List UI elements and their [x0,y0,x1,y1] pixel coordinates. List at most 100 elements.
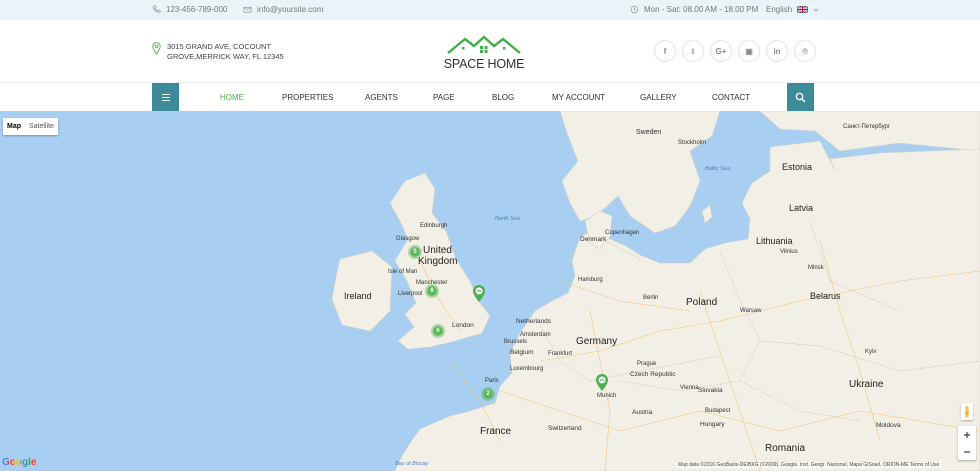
nav-agents[interactable]: AGENTS [365,93,398,102]
nav-home[interactable]: HOME [220,93,244,102]
map-type-map-button[interactable]: Map [3,118,25,135]
phone-number: 123-456-789-000 [166,5,228,14]
pegman-icon [965,405,969,417]
nav-contact[interactable]: CONTACT [712,93,750,102]
map-label: London [452,322,474,329]
property-cluster-marker[interactable]: 6 [425,284,439,298]
nav-blog[interactable]: BLOG [492,93,514,102]
main-nav: HOME PROPERTIES AGENTS PAGE BLOG MY ACCO… [0,82,980,112]
map-label: Warsaw [740,308,762,314]
site-logo[interactable]: SPACE HOME [443,34,525,71]
map-label: Stockholm [678,140,707,146]
map-pin-icon [152,42,161,55]
map-label: Liverpool [398,291,423,297]
map-label: Amsterdam [520,332,551,338]
map-label: Glasgow [396,236,420,242]
map-label: Copenhagen [605,230,640,236]
plus-icon [964,431,970,438]
map-label: Kingdom [418,256,458,267]
minus-icon [964,450,970,453]
opening-hours: Mon - Sat: 08.00 AM - 18.00 PM [630,5,758,14]
map-label: France [480,426,512,437]
map-label: Budapest [705,408,731,414]
map-label: Czech Republic [630,371,676,378]
map-label: Latvia [789,203,814,213]
phone-icon [152,5,161,13]
nav-gallery[interactable]: GALLERY [640,93,677,102]
map-label: Ireland [344,291,372,301]
map-label: North Sea [495,216,520,222]
hamburger-line [161,94,170,95]
top-bar: 123-456-789-000 info@yoursite.com Mon - … [0,0,980,20]
map-label: Bay of Biscay [395,461,429,467]
houses-logo-icon [447,35,521,54]
map-label: Slovakia [698,387,723,394]
hamburger-line [161,100,170,101]
clock-icon [630,5,639,14]
uk-flag-icon [797,6,809,13]
map-label: Minsk [808,265,824,271]
zoom-control [958,426,976,460]
map-label: Estonia [782,162,813,172]
map-label: Hungary [700,421,725,428]
property-map[interactable]: Map Satellite Sweden Stockholm Санкт-Пет… [0,111,980,471]
twitter-icon[interactable]: t [682,40,704,62]
email-address: info@yoursite.com [257,5,324,14]
property-cluster-marker[interactable]: 6 [431,324,445,338]
hamburger-menu-button[interactable] [152,83,179,112]
search-button[interactable] [787,83,814,112]
map-attribution[interactable]: Map data ©2016 GeoBasis-DE/BKG (©2009), … [676,462,942,468]
linkedin-icon[interactable]: in [766,40,788,62]
map-label: Switzerland [548,425,582,432]
site-header: 3015 GRAND AVE, COCOUNT GROVE,MERRICK WA… [0,20,980,82]
map-label: Munich [597,393,617,399]
map-label: Luxembourg [510,366,544,372]
nav-page[interactable]: PAGE [433,93,455,102]
address-line-2: GROVE,MERRICK WAY, FL 12345 [167,52,284,61]
map-label: Romania [765,443,806,454]
hours-text: Mon - Sat: 08.00 AM - 18.00 PM [644,5,759,14]
address-block: 3015 GRAND AVE, COCOUNT GROVE,MERRICK WA… [152,42,284,62]
phone-contact[interactable]: 123-456-789-000 [152,5,227,14]
map-label: Ukraine [849,379,884,390]
map-label: Belarus [810,291,841,301]
property-pin-icon[interactable] [472,284,486,303]
google-logo-text: Google [2,457,37,468]
zoom-out-button[interactable] [958,443,976,460]
google-plus-icon[interactable]: G+ [710,40,732,62]
map-label: Moldova [876,422,901,429]
map-label: Austria [632,409,653,416]
map-label: Poland [686,297,718,308]
map-label: Netherlands [516,318,552,325]
map-type-satellite-button[interactable]: Satellite [25,118,58,135]
pinterest-icon[interactable]: ℗ [794,40,816,62]
map-label: Vilnius [780,249,798,255]
map-label: Paris [485,378,499,384]
email-contact[interactable]: info@yoursite.com [243,5,323,14]
hamburger-line [161,97,170,98]
map-type-control: Map Satellite [3,118,58,135]
map-label: Germany [576,336,618,347]
envelope-icon [243,6,252,13]
search-icon [795,92,806,103]
map-label: United [423,245,452,256]
map-label: Lithuania [756,236,793,246]
map-label: Berlin [643,295,659,301]
facebook-icon[interactable]: f [654,40,676,62]
map-label: Sweden [636,129,662,136]
address-line-1: 3015 GRAND AVE, COCOUNT [167,42,272,51]
map-label: Frankfurt [548,351,573,357]
property-pin-icon[interactable] [595,373,609,392]
map-label: Vienna [680,385,699,391]
google-logo[interactable]: Google [2,457,36,468]
map-label: Hamburg [578,277,603,283]
flickr-icon[interactable]: ▣ [738,40,760,62]
map-label: Санкт-Петербург [843,124,891,130]
zoom-in-button[interactable] [958,426,976,443]
property-cluster-marker[interactable]: 5 [408,245,422,259]
nav-properties[interactable]: PROPERTIES [282,93,333,102]
property-cluster-marker[interactable]: 2 [481,387,495,401]
street-view-pegman-button[interactable] [961,403,973,420]
nav-my-account[interactable]: MY ACCOUNT [552,93,605,102]
language-selector[interactable]: English [766,5,819,14]
